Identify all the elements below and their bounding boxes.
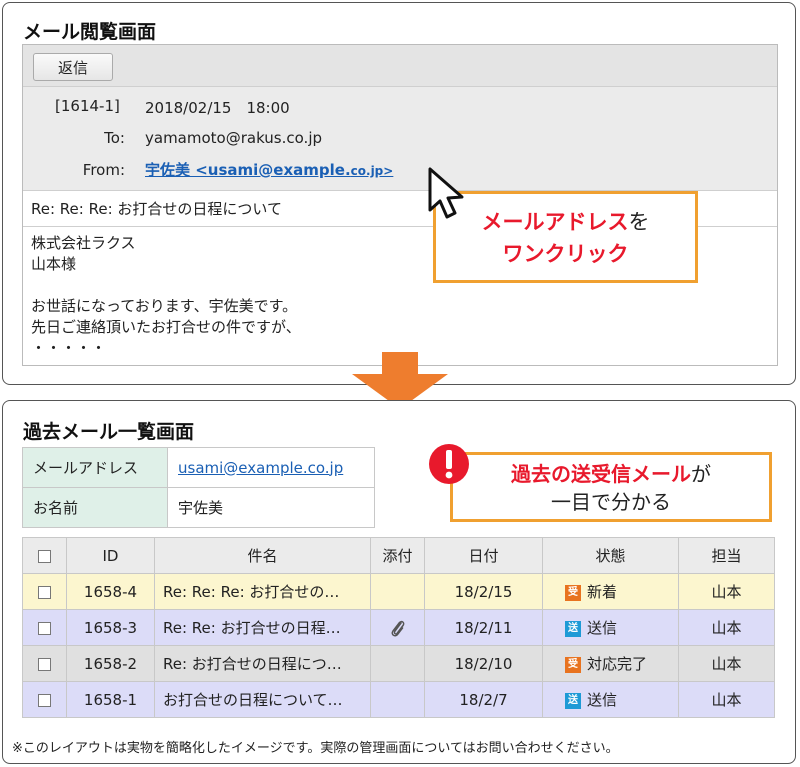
- at-a-glance-callout: 過去の送受信メールが 一目で分かる: [450, 452, 772, 522]
- callout-highlight: メールアドレス: [481, 210, 629, 234]
- status-text: 送信: [587, 619, 618, 637]
- row-subject[interactable]: Re: Re: お打合せの日程…: [154, 609, 371, 646]
- row-id: 1658-1: [66, 681, 155, 718]
- row-attachment: [370, 573, 425, 610]
- receive-badge-icon: 受: [565, 656, 581, 673]
- mail-body-line: ・・・・・: [31, 339, 107, 357]
- address-value: usami@example.co.jp: [167, 447, 375, 488]
- mail-body-line: 株式会社ラクス: [31, 234, 136, 252]
- mail-body: 株式会社ラクス 山本様 お世話になっております、宇佐美です。 先日ご連絡頂いたお…: [31, 233, 301, 359]
- from-address-link[interactable]: 宇佐美 <usami@example.co.jp>: [145, 159, 393, 180]
- select-all-cell: [22, 537, 67, 574]
- row-subject[interactable]: お打合せの日程について…: [154, 681, 371, 718]
- past-mail-title: 過去メール一覧画面: [23, 421, 195, 443]
- row-id: 1658-2: [66, 645, 155, 682]
- mail-body-line: 先日ご連絡頂いたお打合せの件ですが、: [31, 318, 301, 336]
- to-label: To:: [104, 129, 125, 147]
- status-text: 新着: [587, 583, 618, 601]
- row-owner: 山本: [678, 609, 775, 646]
- table-header: ID 件名 添付 日付 状態 担当: [22, 537, 775, 574]
- column-header: 件名: [154, 537, 371, 574]
- row-attachment: [370, 681, 425, 718]
- table-row[interactable]: 1658-4 Re: Re: Re: お打合せの… 18/2/15 受新着 山本: [22, 573, 775, 610]
- column-header: 状態: [542, 537, 679, 574]
- table-row[interactable]: 1658-2 Re: お打合せの日程につ… 18/2/10 受対応完了 山本: [22, 645, 775, 682]
- row-checkbox[interactable]: [38, 585, 51, 599]
- row-owner: 山本: [678, 645, 775, 682]
- row-date: 18/2/10: [424, 645, 543, 682]
- row-date: 18/2/11: [424, 609, 543, 646]
- mouse-pointer-icon: [428, 167, 464, 219]
- row-attachment: [370, 645, 425, 682]
- callout-particle: を: [628, 210, 650, 234]
- mail-header: [1614-1] 2018/02/15 18:00 To: yamamoto@r…: [23, 87, 777, 191]
- callout-line2: ワンクリック: [502, 242, 629, 266]
- address-link[interactable]: usami@example.co.jp: [178, 459, 343, 477]
- row-checkbox[interactable]: [38, 693, 51, 707]
- row-subject[interactable]: Re: Re: Re: お打合せの…: [154, 573, 371, 610]
- mail-body-line: お世話になっております、宇佐美です。: [31, 297, 298, 315]
- paperclip-icon[interactable]: [390, 618, 406, 638]
- mail-datetime: 2018/02/15 18:00: [145, 99, 290, 117]
- row-select-cell: [22, 573, 67, 610]
- row-attachment: [370, 609, 425, 646]
- row-date: 18/2/7: [424, 681, 543, 718]
- row-id: 1658-3: [66, 609, 155, 646]
- callout2-line2: 一目で分かる: [551, 490, 671, 514]
- row-status: 送送信: [542, 681, 679, 718]
- row-status: 送送信: [542, 609, 679, 646]
- column-header: 日付: [424, 537, 543, 574]
- mail-number: [1614-1]: [55, 97, 120, 115]
- row-checkbox[interactable]: [38, 657, 51, 671]
- column-header: 添付: [370, 537, 425, 574]
- to-value: yamamoto@rakus.co.jp: [145, 129, 323, 147]
- receive-badge-icon: 受: [565, 584, 581, 601]
- column-header: ID: [66, 537, 155, 574]
- row-checkbox[interactable]: [38, 621, 51, 635]
- from-address-tail: co.jp>: [350, 164, 394, 178]
- from-address-main: 宇佐美 <usami@example.: [145, 161, 351, 179]
- send-badge-icon: 送: [565, 692, 581, 709]
- row-select-cell: [22, 609, 67, 646]
- exclamation-icon: [429, 444, 469, 484]
- table-row[interactable]: 1658-1 お打合せの日程について… 18/2/7 送送信 山本: [22, 681, 775, 718]
- status-text: 対応完了: [587, 655, 648, 673]
- send-badge-icon: 送: [565, 620, 581, 637]
- mail-body-line: 山本様: [31, 255, 77, 273]
- row-owner: 山本: [678, 681, 775, 718]
- select-all-checkbox[interactable]: [38, 549, 51, 563]
- status-text: 送信: [587, 691, 618, 709]
- name-label: お名前: [22, 487, 168, 528]
- name-value: 宇佐美: [167, 487, 375, 528]
- row-select-cell: [22, 681, 67, 718]
- contact-info-table: メールアドレス usami@example.co.jp お名前 宇佐美: [22, 447, 375, 528]
- row-date: 18/2/15: [424, 573, 543, 610]
- callout2-particle: が: [691, 462, 711, 486]
- column-header: 担当: [678, 537, 775, 574]
- row-status: 受新着: [542, 573, 679, 610]
- row-id: 1658-4: [66, 573, 155, 610]
- mail-body-line: [31, 275, 301, 296]
- row-status: 受対応完了: [542, 645, 679, 682]
- mail-toolbar: 返信: [23, 45, 777, 87]
- address-label: メールアドレス: [22, 447, 168, 488]
- reply-button[interactable]: 返信: [33, 53, 113, 81]
- table-row[interactable]: 1658-3 Re: Re: お打合せの日程… 18/2/11 送送信 山本: [22, 609, 775, 646]
- callout2-highlight: 過去の送受信メール: [511, 462, 691, 486]
- footnote: ※このレイアウトは実物を簡略化したイメージです。実際の管理画面についてはお問い合…: [12, 741, 619, 756]
- row-select-cell: [22, 645, 67, 682]
- mail-list-table: ID 件名 添付 日付 状態 担当 1658-4 Re: Re: Re: お打合…: [22, 537, 775, 718]
- one-click-callout: メールアドレスを ワンクリック: [433, 191, 698, 283]
- from-label: From:: [82, 161, 125, 179]
- row-owner: 山本: [678, 573, 775, 610]
- row-subject[interactable]: Re: お打合せの日程につ…: [154, 645, 371, 682]
- mail-view-title: メール閲覧画面: [23, 21, 157, 43]
